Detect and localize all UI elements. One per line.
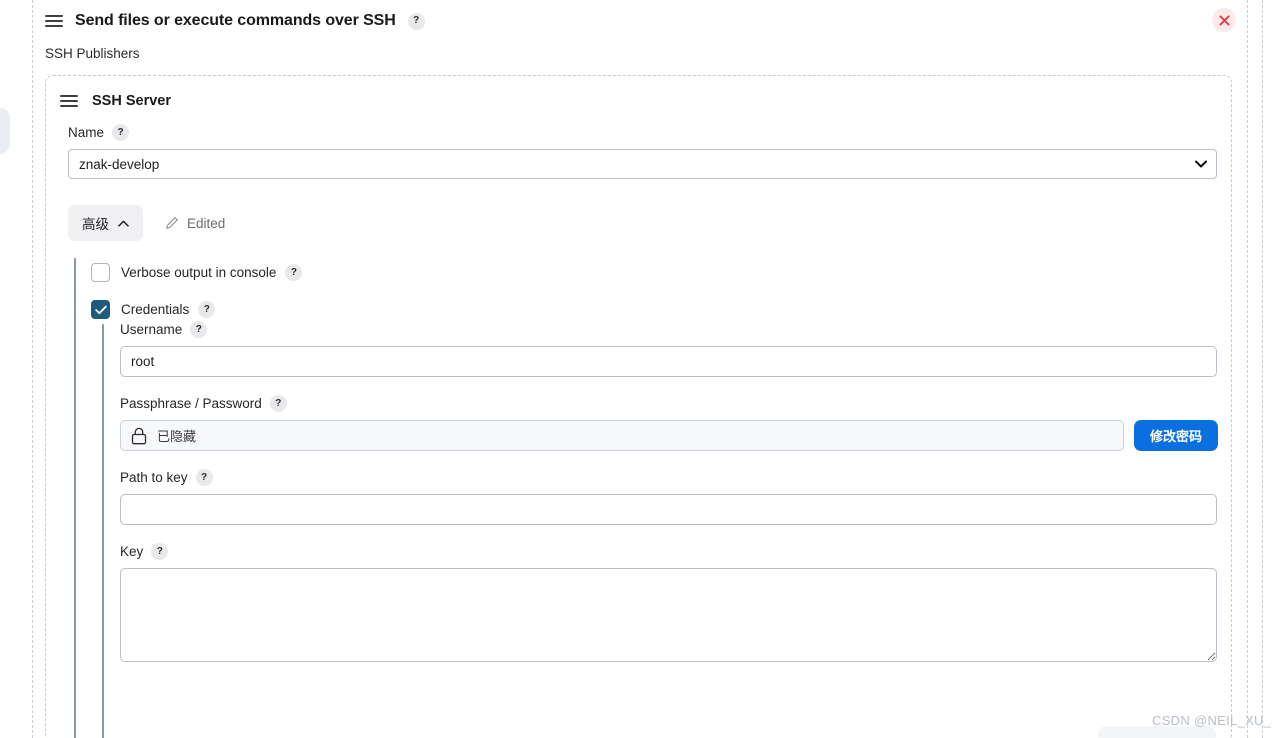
edited-label: Edited: [187, 215, 226, 231]
chevron-up-icon: [118, 220, 129, 227]
ssh-publisher-page: Send files or execute commands over SSH …: [0, 0, 1280, 738]
advanced-toggle-label: 高级: [82, 217, 109, 232]
name-select-wrapper: znak-develop: [68, 149, 1217, 179]
help-icon[interactable]: ?: [112, 124, 130, 141]
credentials-label-row: Credentials ?: [121, 301, 216, 318]
pencil-icon: [166, 217, 178, 229]
ssh-server-panel: SSH Server Name ? znak-develop 高级 Edited…: [45, 75, 1232, 738]
credentials-checkbox[interactable]: [91, 300, 110, 319]
edited-status: Edited: [165, 216, 225, 231]
name-label-row: Name ?: [68, 124, 1213, 141]
name-select[interactable]: znak-develop: [68, 149, 1217, 179]
ssh-server-panel-header: SSH Server: [46, 76, 1231, 110]
help-icon[interactable]: ?: [285, 264, 303, 281]
lock-icon: [131, 427, 147, 444]
passphrase-readonly-field: 已隐藏: [120, 420, 1124, 451]
verbose-output-label: Verbose output in console: [121, 265, 277, 280]
hamburger-icon[interactable]: [45, 12, 63, 30]
close-button[interactable]: [1212, 8, 1236, 32]
help-icon[interactable]: ?: [269, 395, 287, 412]
nesting-guide-outer: [74, 258, 76, 738]
passphrase-row: 已隐藏 修改密码: [120, 420, 1218, 451]
help-icon[interactable]: ?: [407, 12, 425, 30]
check-icon: [94, 305, 107, 314]
nesting-guide-inner: [102, 324, 104, 738]
credentials-fields: Username ? Passphrase / Password ?: [120, 321, 1218, 662]
path-to-key-field-block: Path to key ?: [120, 469, 1218, 525]
hamburger-icon[interactable]: [60, 92, 78, 110]
page-subtitle: SSH Publishers: [45, 46, 140, 61]
name-field-block: Name ? znak-develop: [46, 110, 1231, 179]
help-icon[interactable]: ?: [195, 469, 213, 486]
help-icon[interactable]: ?: [190, 321, 208, 338]
path-to-key-label-row: Path to key ?: [120, 469, 1218, 486]
watermark: CSDN @NEIL_XU_: [1152, 713, 1272, 728]
key-textarea[interactable]: [120, 568, 1217, 662]
username-label: Username: [120, 322, 183, 337]
page-header: Send files or execute commands over SSH …: [45, 8, 425, 34]
left-edge-panel-tab[interactable]: [0, 108, 10, 154]
passphrase-masked-text: 已隐藏: [157, 429, 197, 444]
advanced-row: 高级 Edited: [46, 179, 1231, 241]
help-icon[interactable]: ?: [198, 301, 216, 318]
page-title: Send files or execute commands over SSH: [75, 12, 396, 29]
dashed-guide-left: [32, 0, 33, 738]
verbose-output-row[interactable]: Verbose output in console ?: [91, 263, 303, 282]
verbose-output-checkbox[interactable]: [91, 263, 110, 282]
close-icon: [1218, 14, 1230, 26]
ssh-server-title: SSH Server: [92, 93, 171, 109]
passphrase-label-row: Passphrase / Password ?: [120, 395, 1218, 412]
help-icon[interactable]: ?: [151, 543, 169, 560]
key-label: Key: [120, 544, 144, 559]
username-label-row: Username ?: [120, 321, 1218, 338]
passphrase-field-block: Passphrase / Password ? 已隐藏 修改密码: [120, 395, 1218, 451]
verbose-output-label-row: Verbose output in console ?: [121, 264, 303, 281]
passphrase-label: Passphrase / Password: [120, 396, 262, 411]
credentials-row[interactable]: Credentials ?: [91, 300, 216, 319]
change-password-button[interactable]: 修改密码: [1134, 420, 1218, 451]
name-label: Name: [68, 125, 105, 140]
credentials-label: Credentials: [121, 302, 190, 317]
username-field-block: Username ?: [120, 321, 1218, 377]
key-label-row: Key ?: [120, 543, 1218, 560]
dashed-guide-right: [1247, 0, 1248, 738]
username-input[interactable]: [120, 346, 1217, 377]
advanced-toggle-button[interactable]: 高级: [68, 205, 143, 241]
dashed-guide-right-outer: [1262, 0, 1263, 738]
path-to-key-label: Path to key: [120, 470, 188, 485]
path-to-key-input[interactable]: [120, 494, 1217, 525]
key-field-block: Key ?: [120, 543, 1218, 662]
